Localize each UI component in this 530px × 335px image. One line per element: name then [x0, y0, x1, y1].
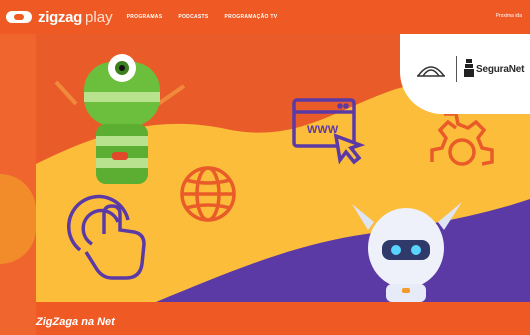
- partner-divider: [456, 56, 457, 82]
- program-title[interactable]: ZigZaga na Net: [36, 316, 115, 328]
- hero-banner[interactable]: WWW SeguraNet: [36, 34, 530, 302]
- government-logo-icon: [417, 66, 445, 77]
- seguranet-icon: [464, 59, 474, 77]
- nav-item-programas[interactable]: Programas: [127, 14, 163, 20]
- brand-logo[interactable]: zigzag play: [6, 0, 113, 34]
- partner-badge[interactable]: SeguraNet: [400, 34, 530, 114]
- logo-text-light: play: [85, 8, 113, 26]
- nav-item-podcasts[interactable]: Podcasts: [178, 14, 208, 20]
- logo-icon: [6, 11, 32, 23]
- main-nav: Programas Podcasts Programação TV: [127, 14, 294, 20]
- partner-label: SeguraNet: [476, 64, 525, 75]
- logo-text-bold: zigzag: [38, 8, 83, 26]
- side-wave: [0, 174, 36, 264]
- page: zigzag play Programas Podcasts Programaç…: [0, 0, 530, 335]
- side-decoration: [0, 34, 36, 335]
- nav-item-programacao-tv[interactable]: Programação TV: [225, 14, 278, 20]
- top-navigation-bar: zigzag play Programas Podcasts Programaç…: [0, 0, 530, 34]
- top-right-link[interactable]: Proxima ida: [496, 13, 522, 19]
- url-text: WWW: [307, 124, 339, 136]
- program-caption: ZigZaga na Net: [36, 302, 530, 335]
